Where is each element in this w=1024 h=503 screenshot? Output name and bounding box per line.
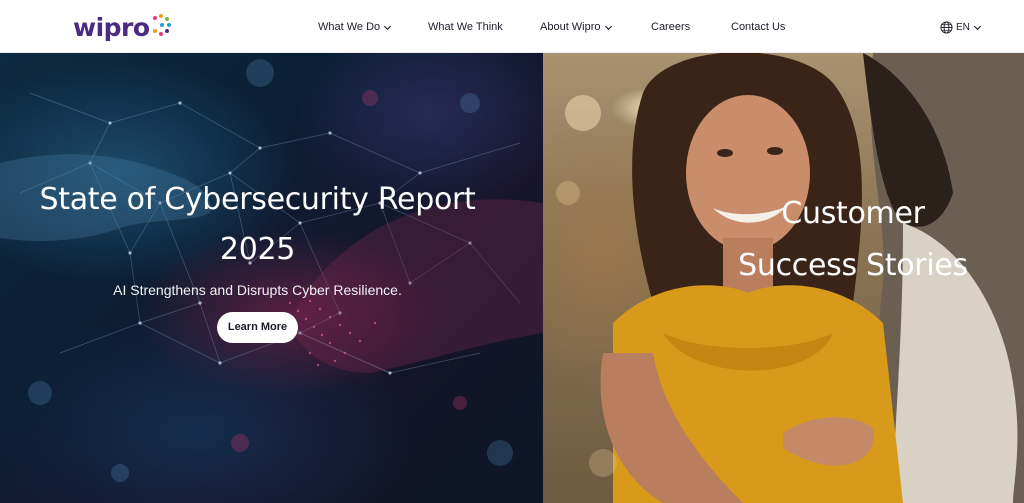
title-line: Customer [781, 196, 925, 231]
title-line: State of Cybersecurity Report [39, 182, 476, 217]
hero-customer-success-panel[interactable]: Customer Success Stories [543, 53, 1024, 503]
hero-cybersecurity-subtitle: AI Strengthens and Disrupts Cyber Resili… [113, 282, 402, 298]
hero-cybersecurity-content: State of Cybersecurity Report 2025 AI St… [0, 175, 515, 343]
title-line: Success Stories [738, 248, 968, 283]
nav-label: What We Think [428, 21, 503, 33]
nav-what-we-think[interactable]: What We Think [428, 19, 503, 35]
hero-customer-success-title: Customer Success Stories [693, 188, 1013, 292]
nav-what-we-do[interactable]: What We Do [318, 19, 392, 35]
nav-label: Contact Us [731, 21, 786, 33]
logo-text: wipro [73, 12, 150, 42]
title-line: 2025 [219, 232, 296, 267]
chevron-down-icon [384, 25, 392, 30]
learn-more-button[interactable]: Learn More [216, 312, 299, 343]
hero-cybersecurity-panel[interactable]: State of Cybersecurity Report 2025 AI St… [0, 53, 543, 503]
language-selector[interactable]: EN [940, 19, 982, 35]
logo-dots-icon [151, 14, 171, 40]
site-header: wipro What We Do What We Think About Wip… [0, 0, 1024, 53]
nav-label: Careers [651, 21, 691, 33]
nav-about-wipro[interactable]: About Wipro [540, 19, 613, 35]
nav-contact-us[interactable]: Contact Us [731, 19, 785, 35]
nav-label: What We Do [318, 21, 381, 33]
chevron-down-icon [604, 25, 612, 30]
wipro-logo[interactable]: wipro [73, 9, 171, 45]
chevron-down-icon [973, 25, 981, 30]
nav-careers[interactable]: Careers [651, 19, 690, 35]
globe-icon [940, 20, 953, 34]
hero-cybersecurity-title: State of Cybersecurity Report 2025 [0, 175, 515, 275]
nav-label: About Wipro [540, 21, 601, 33]
language-label: EN [956, 21, 970, 33]
